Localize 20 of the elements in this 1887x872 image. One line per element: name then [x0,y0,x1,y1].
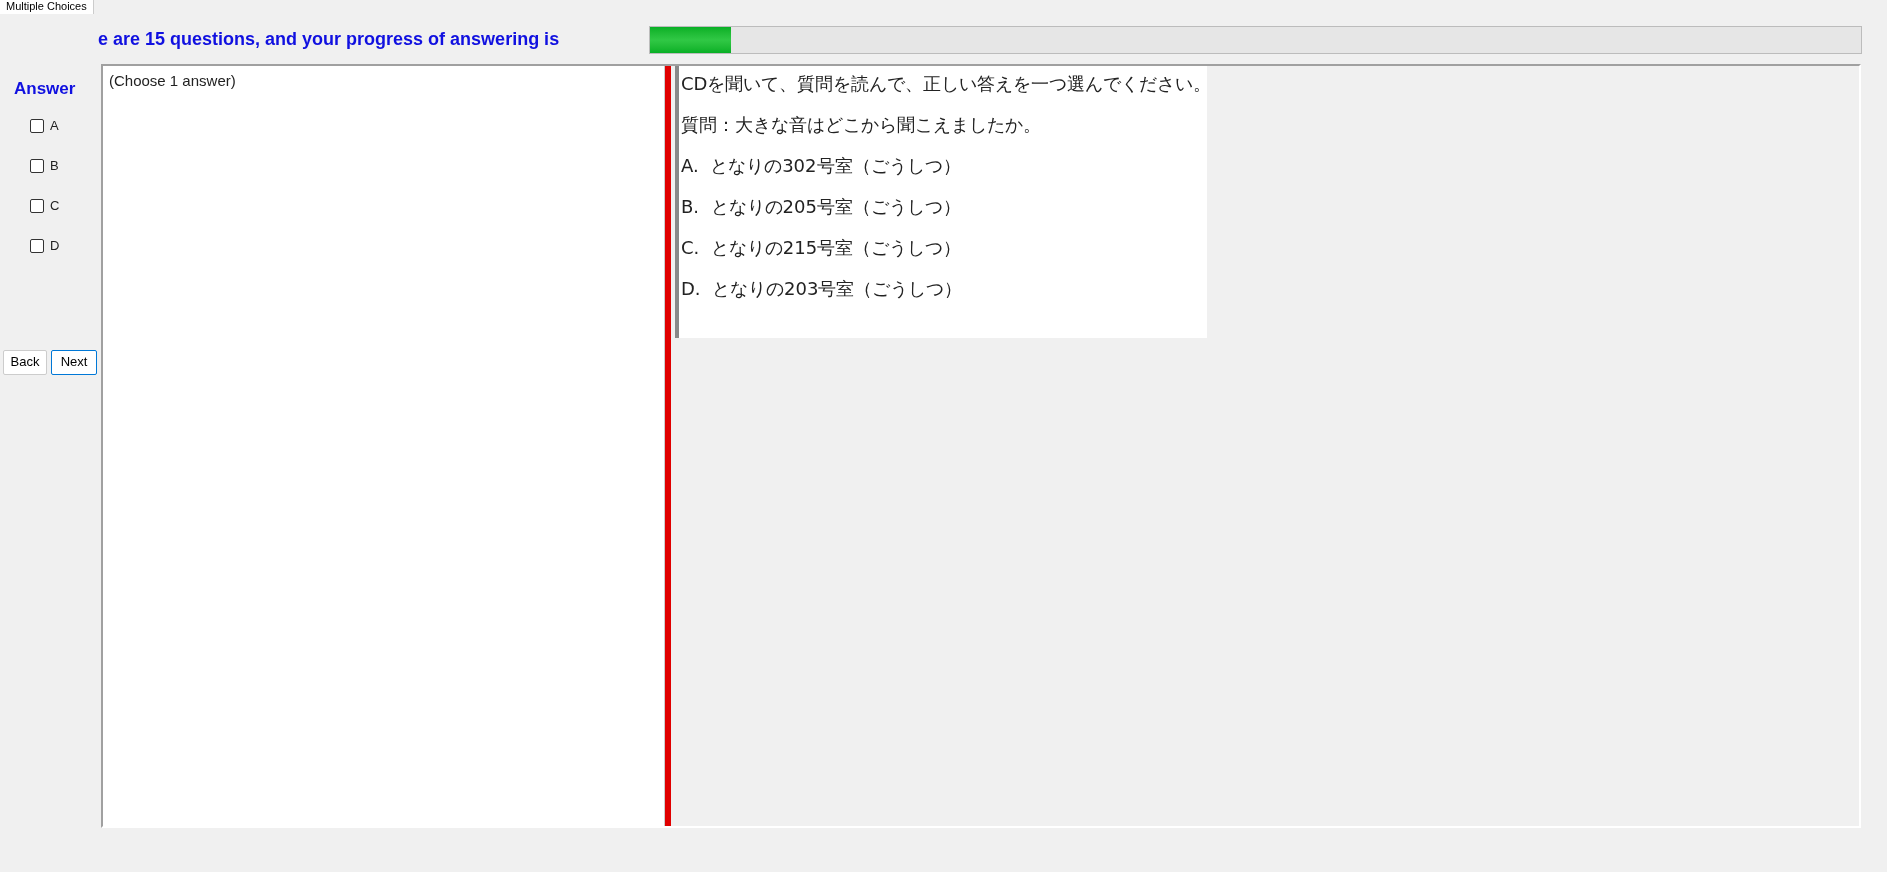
question-text: C. となりの215号室（ごうしつ） [681,236,963,260]
progress-caption: e are 15 questions, and your progress of answering is [98,28,561,51]
option-label: B [50,156,59,175]
question-text: B. となりの205号室（ごうしつ） [681,195,962,219]
question-text: CDを聞いて、質問を読んで、正しい答えを一つ選んでください。 [681,72,1207,96]
checkbox[interactable] [30,118,44,133]
question-text: D. となりの203号室（ごうしつ） [681,277,964,301]
answer-text-box[interactable]: (Choose 1 answer) [103,66,665,826]
option-label: D [50,236,60,255]
question-text: 質問：大きな音はどこから聞こえましたか。 [681,113,1042,137]
checkbox[interactable] [30,238,44,253]
option-label: C [50,196,60,215]
answer-heading: Answer [14,78,77,100]
nav-button[interactable]: Next [51,349,97,375]
option-label: A [50,116,59,135]
nav-button[interactable]: Back [3,349,47,375]
checkbox[interactable] [30,198,44,213]
tab[interactable]: Multiple Choices [0,0,94,14]
question-text: A. となりの302号室（ごうしつ） [681,154,962,178]
checkbox[interactable] [30,158,44,173]
